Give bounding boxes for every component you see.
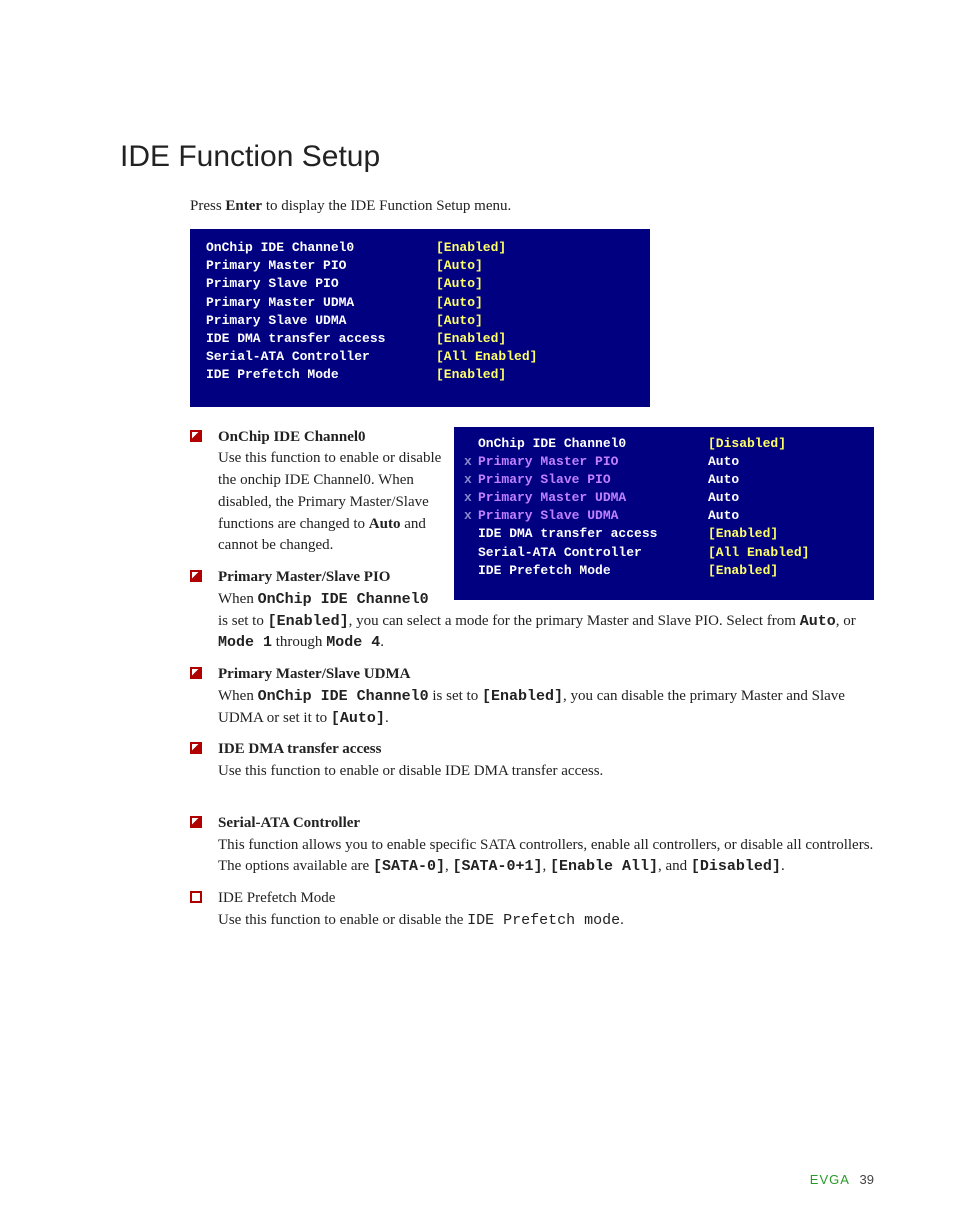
code-enableall: [Enable All] [550,858,658,875]
text: . [385,710,389,726]
option-list-cont: is set to [Enabled], you can select a mo… [190,611,874,932]
item-line1: When OnChip IDE Channel0 [218,591,429,607]
bullet-icon [190,742,202,754]
list-item-pio-cont: is set to [Enabled], you can select a mo… [190,611,874,655]
text: Use this function to enable or disable t… [218,912,467,928]
list-item-dma: IDE DMA transfer access Use this functio… [190,739,874,783]
bios-box-enabled: OnChip IDE Channel0[Enabled] Primary Mas… [190,229,650,407]
row-value: [Enabled] [436,330,506,348]
item-title: Serial-ATA Controller [218,815,360,831]
list-item-pio: Primary Master/Slave PIO When OnChip IDE… [190,567,874,611]
item-body: Use this function to enable or disable t… [218,450,441,553]
item-title: IDE DMA transfer access [218,741,381,757]
row-value: [Enabled] [436,366,506,384]
item-body: Use this function to enable or disable I… [218,763,603,779]
text: When [218,591,258,607]
table-row: OnChip IDE Channel0[Enabled] [206,239,634,257]
item-body: This function allows you to enable speci… [218,837,873,875]
code-onchip: OnChip IDE Channel0 [258,688,429,705]
footer-brand: EVGA [810,1172,850,1187]
bullet-icon [190,891,202,903]
row-label: Primary Master UDMA [206,294,436,312]
code-mode1: Mode 1 [218,634,272,651]
bullet-icon [190,430,202,442]
page-footer: EVGA 39 [810,1172,874,1187]
list-item-prefetch: IDE Prefetch Mode Use this function to e… [190,888,874,932]
footer-page-number: 39 [860,1172,874,1187]
bullet-icon [190,570,202,582]
item-body: is set to [Enabled], you can select a mo… [218,613,856,651]
table-row: Primary Master UDMA[Auto] [206,294,634,312]
code-auto: Auto [800,613,836,630]
row-value: [Auto] [436,275,483,293]
text: , you can select a mode for the primary … [349,613,800,629]
row-label: Primary Master PIO [206,257,436,275]
row-value: [All Enabled] [436,348,537,366]
row-label: OnChip IDE Channel0 [206,239,436,257]
code-mode4: Mode 4 [326,634,380,651]
text: When [218,688,258,704]
table-row: Primary Slave UDMA[Auto] [206,312,634,330]
code-enabled: [Enabled] [482,688,563,705]
item-body: When OnChip IDE Channel0 is set to [Enab… [218,688,845,726]
table-row: IDE DMA transfer access[Enabled] [206,330,634,348]
item-title: Primary Master/Slave PIO [218,569,390,585]
text: . [380,634,384,650]
table-row: Primary Slave PIO[Auto] [206,275,634,293]
row-label: Primary Slave UDMA [206,312,436,330]
text: , and [658,858,691,874]
row-value: [Auto] [436,294,483,312]
page-title: IDE Function Setup [120,140,874,174]
list-item-udma: Primary Master/Slave UDMA When OnChip ID… [190,664,874,729]
list-item-sata: Serial-ATA Controller This function allo… [190,813,874,878]
code-sata0: [SATA-0] [373,858,445,875]
row-value: [Auto] [436,312,483,330]
code-disabled: [Disabled] [691,858,781,875]
item-title: Primary Master/Slave UDMA [218,666,410,682]
code-prefetchmode: IDE Prefetch mode [467,912,620,929]
text: , or [836,613,856,629]
row-label: Primary Slave PIO [206,275,436,293]
intro-key: Enter [225,198,262,214]
keyword-auto: Auto [369,516,401,532]
code-sata01: [SATA-0+1] [452,858,542,875]
row-value: [Auto] [436,257,483,275]
item-title: OnChip IDE Channel0 [218,429,366,445]
table-row: IDE Prefetch Mode[Enabled] [206,366,634,384]
text: . [781,858,785,874]
row-value: [Enabled] [436,239,506,257]
bullet-icon [190,816,202,828]
bullet-icon [190,667,202,679]
text: is set to [218,613,268,629]
intro-pre: Press [190,198,225,214]
table-row: Serial-ATA Controller[All Enabled] [206,348,634,366]
code-onchip: OnChip IDE Channel0 [258,591,429,608]
item-title: IDE Prefetch Mode [218,890,335,906]
option-list: OnChip IDE Channel0 Use this function to… [190,427,874,611]
row-label: IDE DMA transfer access [206,330,436,348]
row-label: Serial-ATA Controller [206,348,436,366]
text: is set to [429,688,482,704]
intro-post: to display the IDE Function Setup menu. [262,198,511,214]
code-auto: [Auto] [331,710,385,727]
text: through [272,634,326,650]
code-enabled: [Enabled] [268,613,349,630]
intro-text: Press Enter to display the IDE Function … [190,198,874,215]
text: . [620,912,624,928]
table-row: Primary Master PIO[Auto] [206,257,634,275]
item-body: Use this function to enable or disable t… [218,912,624,928]
row-label: IDE Prefetch Mode [206,366,436,384]
text: , [542,858,550,874]
list-item-onchip: OnChip IDE Channel0 Use this function to… [190,427,874,558]
